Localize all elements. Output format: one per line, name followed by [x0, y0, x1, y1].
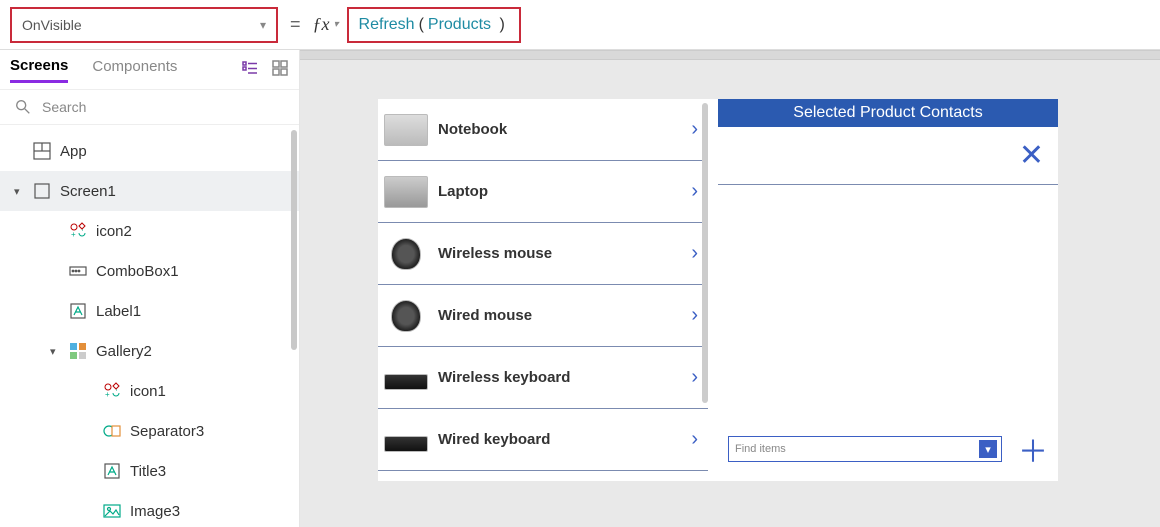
tree-panel: Screens Components Search App [0, 50, 300, 527]
chevron-right-icon[interactable]: › [691, 304, 698, 327]
contacts-header: Selected Product Contacts [718, 99, 1058, 127]
product-image [384, 374, 428, 390]
product-image [384, 176, 428, 208]
tab-components[interactable]: Components [92, 58, 177, 81]
contacts-body [718, 185, 1058, 421]
screen-icon [32, 181, 52, 201]
chevron-right-icon[interactable]: › [691, 428, 698, 451]
product-image [384, 114, 428, 146]
tree-item-icon2[interactable]: + icon2 [0, 211, 299, 251]
product-title: Notebook [438, 121, 681, 138]
tree-label: Gallery2 [96, 343, 152, 360]
chevron-right-icon[interactable]: › [691, 366, 698, 389]
tree-item-icon1[interactable]: + icon1 [0, 371, 299, 411]
contacts-panel: Selected Product Contacts ✕ Find items ▾… [718, 99, 1058, 481]
app-preview: Notebook › Laptop › Wireless mouse › Wir… [378, 99, 1058, 481]
tree-label: Screen1 [60, 183, 116, 200]
gallery[interactable]: Notebook › Laptop › Wireless mouse › Wir… [378, 99, 708, 481]
add-icon[interactable]: ＋ [1018, 427, 1048, 471]
find-items-combobox[interactable]: Find items ▾ [728, 436, 1002, 462]
svg-text:+: + [71, 230, 76, 239]
label-icon [102, 461, 122, 481]
gallery-icon [68, 341, 88, 361]
combobox-placeholder: Find items [735, 443, 786, 455]
product-image [391, 238, 421, 270]
product-title: Wired keyboard [438, 431, 681, 448]
product-title: Wireless mouse [438, 245, 681, 262]
tree-item-app[interactable]: App [0, 131, 299, 171]
chevron-down-icon: ▾ [334, 19, 339, 30]
svg-text:+: + [105, 390, 110, 399]
gallery-item[interactable]: Laptop › [378, 161, 708, 223]
tree-label: Label1 [96, 303, 141, 320]
formula-fn: Refresh [359, 16, 415, 34]
tree-item-screen1[interactable]: ▾ Screen1 [0, 171, 299, 211]
search-placeholder: Search [42, 99, 86, 115]
close-icon[interactable]: ✕ [1019, 138, 1044, 173]
list-view-icon[interactable] [241, 59, 259, 80]
tree-search[interactable]: Search [0, 90, 299, 125]
canvas[interactable]: Notebook › Laptop › Wireless mouse › Wir… [300, 50, 1160, 527]
tree-item-separator3[interactable]: Separator3 [0, 411, 299, 451]
tree-label: App [60, 143, 87, 160]
app-icon [32, 141, 52, 161]
search-icon [14, 98, 32, 116]
chevron-down-icon: ▾ [260, 18, 266, 32]
scrollbar[interactable] [702, 103, 708, 403]
image-icon [102, 501, 122, 521]
tree-label: Title3 [130, 463, 166, 480]
tree-item-gallery2[interactable]: ▾ Gallery2 [0, 331, 299, 371]
formula-arg: Products [428, 16, 491, 34]
tree-label: Image3 [130, 503, 180, 520]
label-icon [68, 301, 88, 321]
gallery-item[interactable]: Wireless keyboard › [378, 347, 708, 409]
caret-down-icon[interactable]: ▾ [50, 345, 60, 358]
formula-input[interactable]: Refresh ( Products ) [347, 7, 521, 43]
product-title: Laptop [438, 183, 681, 200]
chevron-right-icon[interactable]: › [691, 118, 698, 141]
icon-icon: + [102, 381, 122, 401]
gallery-item[interactable]: Notebook › [378, 99, 708, 161]
combobox-icon [68, 261, 88, 281]
separator-icon [102, 421, 122, 441]
gallery-item[interactable]: Wireless mouse › [378, 223, 708, 285]
tree-item-label1[interactable]: Label1 [0, 291, 299, 331]
chevron-right-icon[interactable]: › [691, 242, 698, 265]
equals-label: = [290, 14, 301, 35]
gallery-item[interactable]: Wired keyboard › [378, 409, 708, 471]
tree-item-title3[interactable]: Title3 [0, 451, 299, 491]
gallery-item[interactable]: Wired mouse › [378, 285, 708, 347]
icon-icon: + [68, 221, 88, 241]
product-title: Wireless keyboard [438, 369, 681, 386]
property-value: OnVisible [22, 17, 82, 33]
product-image [384, 436, 428, 452]
tree-label: ComboBox1 [96, 263, 179, 280]
formula-bar: OnVisible ▾ = ƒx ▾ Refresh ( Products ) [0, 0, 1160, 50]
tree-label: Separator3 [130, 423, 204, 440]
grid-view-icon[interactable] [271, 59, 289, 80]
caret-down-icon[interactable]: ▾ [14, 185, 24, 198]
product-image [391, 300, 421, 332]
property-selector[interactable]: OnVisible ▾ [10, 7, 278, 43]
tree-label: icon1 [130, 383, 166, 400]
tree-item-combobox1[interactable]: ComboBox1 [0, 251, 299, 291]
tab-screens[interactable]: Screens [10, 57, 68, 83]
product-title: Wired mouse [438, 307, 681, 324]
tree-item-image3[interactable]: Image3 [0, 491, 299, 527]
scrollbar[interactable] [291, 130, 297, 350]
tree-label: icon2 [96, 223, 132, 240]
fx-icon[interactable]: ƒx ▾ [313, 14, 339, 35]
chevron-right-icon[interactable]: › [691, 180, 698, 203]
chevron-down-icon[interactable]: ▾ [979, 440, 997, 458]
